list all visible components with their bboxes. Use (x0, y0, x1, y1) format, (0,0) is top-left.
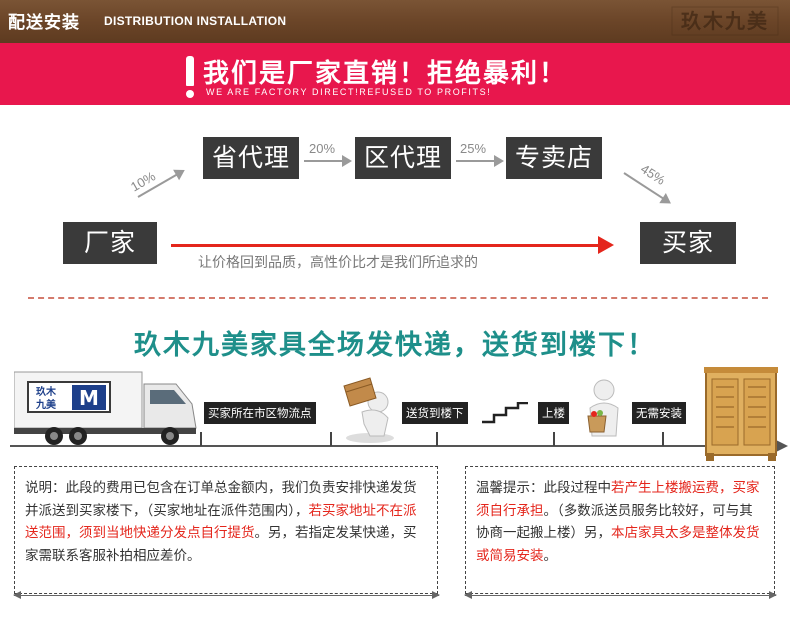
timeline-tick (553, 432, 555, 446)
arrow-icon (598, 236, 614, 254)
timeline-tick (436, 432, 438, 446)
step-label: 送货到楼下 (402, 402, 468, 424)
exclamation-icon (182, 56, 198, 100)
tip-text: 。 (543, 547, 558, 564)
porter-icon (343, 377, 394, 443)
tip-text: 温馨提示：此段过程中 (476, 480, 611, 496)
percent-label: 20% (309, 141, 336, 156)
divider (28, 297, 768, 299)
timeline-tick (330, 432, 332, 446)
step-label: 上楼 (538, 402, 569, 424)
direct-sale-arrow (171, 244, 605, 247)
buyer-box: 买家 (640, 222, 736, 264)
person-with-basket-icon (587, 379, 619, 437)
brand-logo-mark: 玖木九美 (671, 6, 779, 36)
stairs-icon (482, 402, 528, 424)
district-agent-box: 区代理 (355, 137, 451, 179)
header-bar: 配送安装 DISTRIBUTION INSTALLATION 玖木九美 (0, 0, 790, 43)
svg-text:九美: 九美 (35, 398, 57, 411)
percent-label: 10% (127, 168, 159, 195)
headline: 玖木九美家具全场发快递，送货到楼下！ (134, 330, 656, 361)
step-label: 买家所在市区物流点 (204, 402, 316, 424)
truck-icon: 玖木 九美 M (14, 371, 197, 445)
banner-title: 我们是厂家直销！拒绝暴利！ (203, 59, 568, 89)
arrow-icon (304, 155, 352, 167)
arrow-icon (456, 155, 504, 167)
delivery-tip-box: 温馨提示：此段过程中若产生上楼搬运费，买家须自行承担。（多数派送员服务比较好，可… (465, 466, 775, 594)
slogan: 让价格回到品质，高性价比才是我们所追求的 (198, 255, 478, 271)
timeline-tick (200, 432, 202, 446)
timeline-tick (662, 432, 664, 446)
double-arrow-icon (13, 591, 440, 599)
percent-label: 25% (460, 141, 487, 156)
svg-text:玖木九美: 玖木九美 (681, 9, 769, 33)
province-agent-box: 省代理 (203, 137, 299, 179)
header-title: 配送安装 (8, 13, 80, 33)
shipping-note-box: 说明：此段的费用已包含在订单总金额内，我们负责安排快递发货并派送到买家楼下，（买… (14, 466, 438, 594)
svg-text:玖木: 玖木 (36, 385, 57, 398)
bamboo-cabinet-icon (704, 367, 778, 461)
double-arrow-icon (464, 591, 777, 599)
step-label: 无需安装 (632, 402, 686, 424)
svg-text:M: M (79, 386, 99, 410)
brand-logo: 玖木九美 (670, 5, 780, 37)
banner-subtitle: WE ARE FACTORY DIRECT!REFUSED TO PROFITS… (206, 87, 492, 97)
store-box: 专卖店 (506, 137, 602, 179)
factory-box: 厂家 (63, 222, 157, 264)
header-subtitle: DISTRIBUTION INSTALLATION (104, 14, 287, 28)
